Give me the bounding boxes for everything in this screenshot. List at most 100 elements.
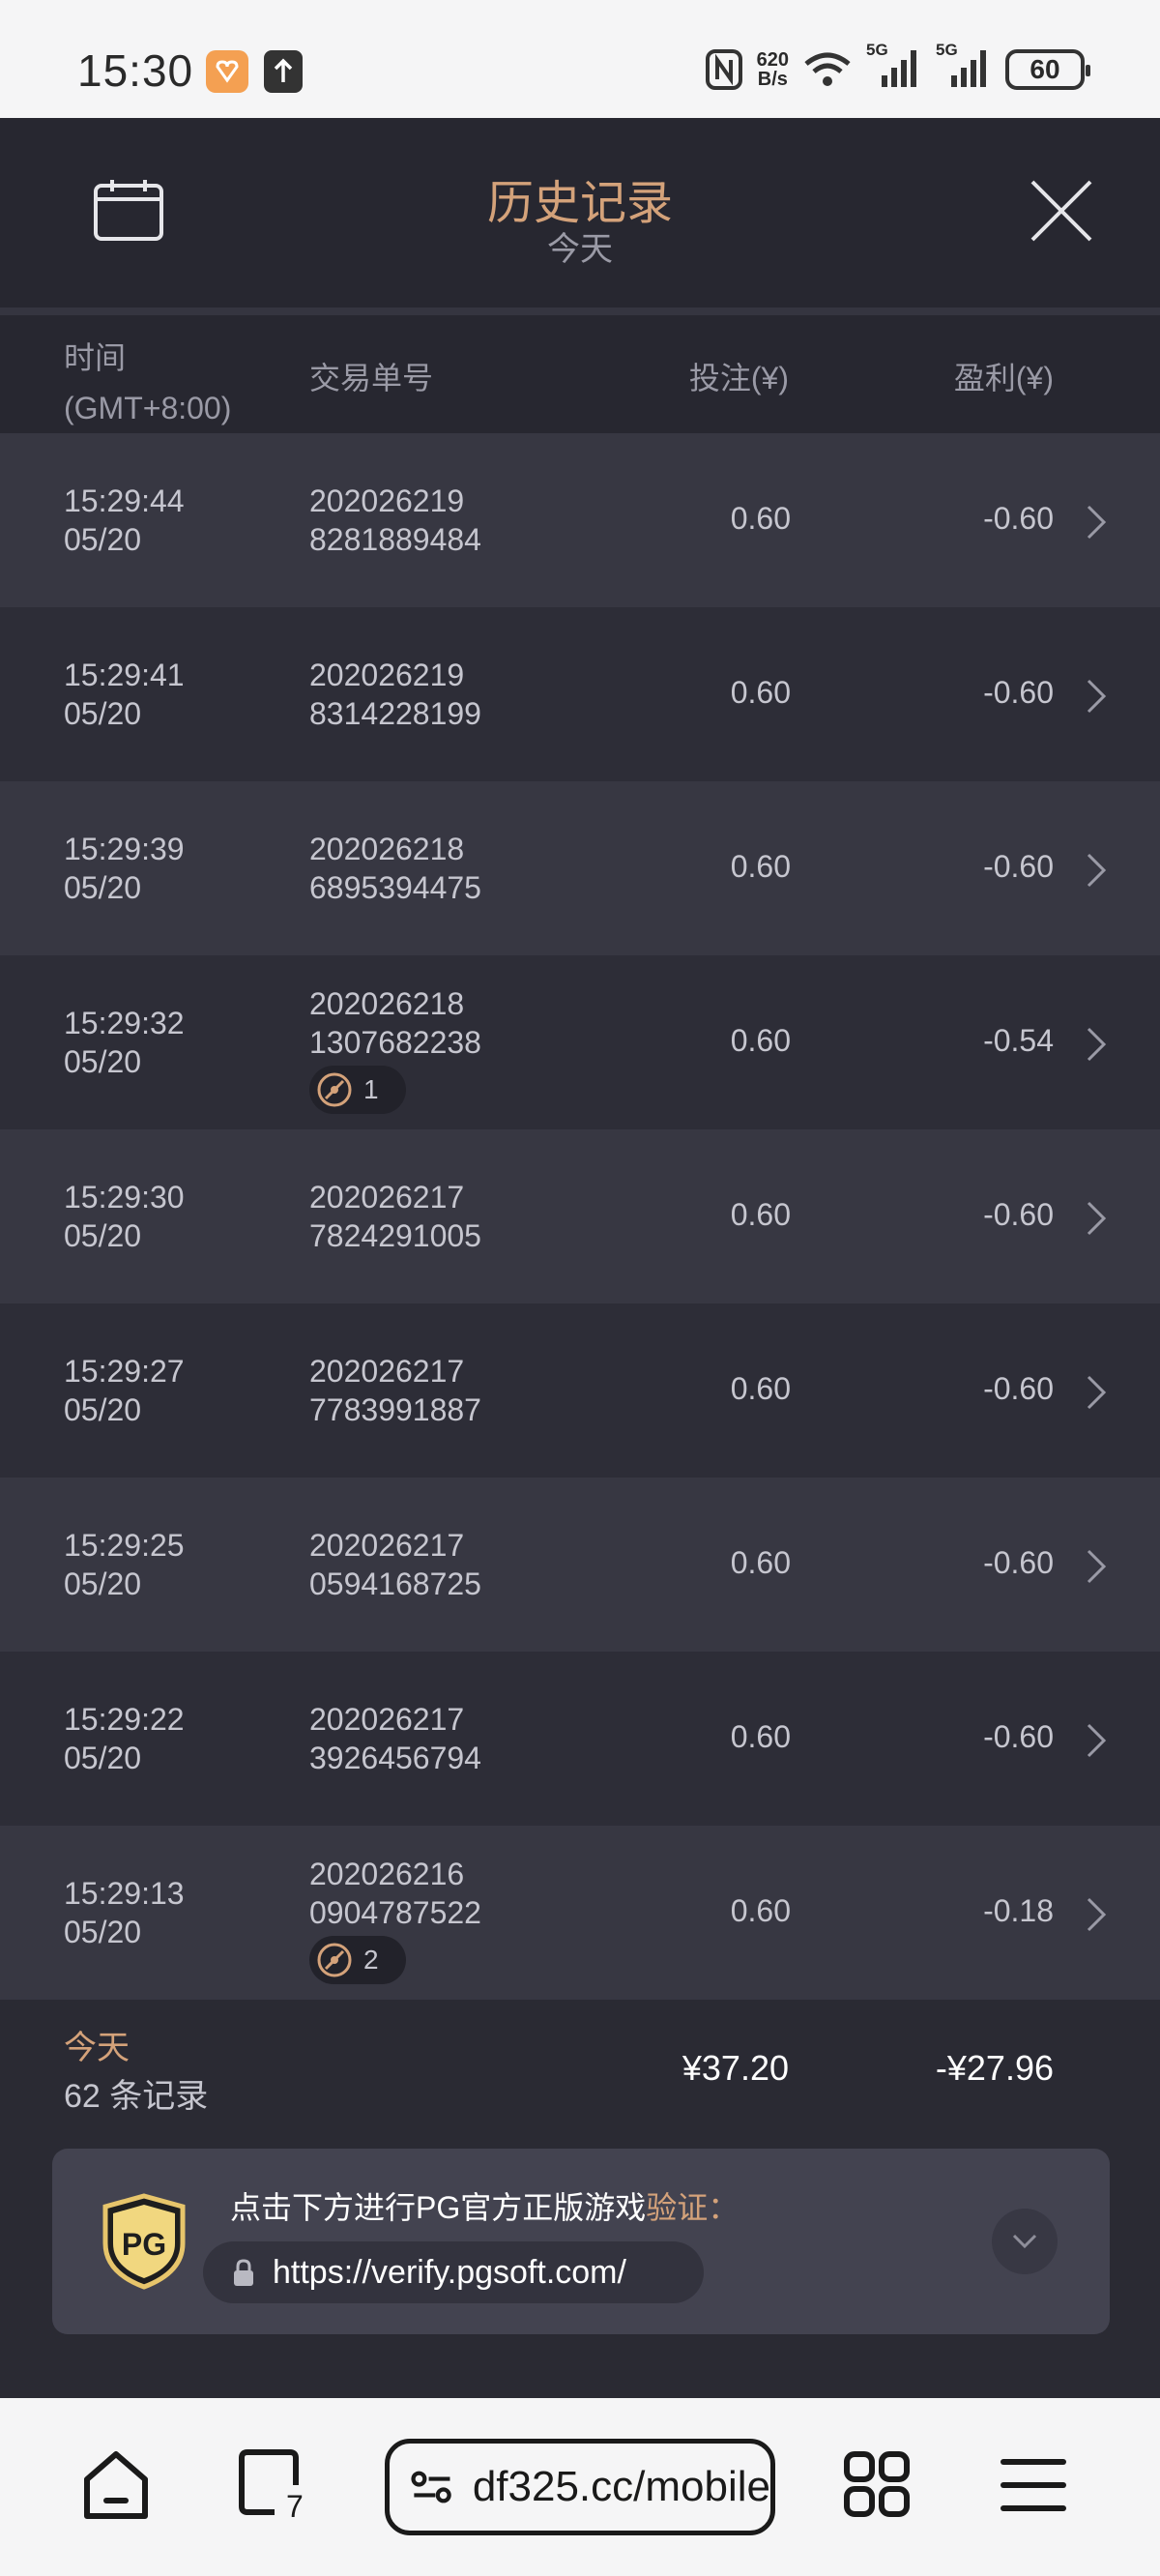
row-profit: -0.60 [983,1371,1054,1406]
row-profit: -0.60 [983,1545,1054,1580]
total-bet: ¥37.20 [682,2048,789,2088]
status-indicators: 620 B/s 5G 5G 60 [705,41,1090,95]
row-profit: -0.60 [983,675,1054,710]
status-bar: 15:30 620 B/s 5G 5G 60 [0,0,1160,118]
signal-1: 5G [866,41,922,92]
table-header: 时间 (GMT+8:00) 交易单号 投注(¥) 盈利(¥) [0,315,1160,433]
close-icon[interactable] [1029,178,1094,244]
lock-icon [234,2259,253,2286]
row-order: 202026217 7783991887 [309,1354,481,1427]
table-row[interactable]: 15:29:30 05/20 202026217 7824291005 0.60 -… [0,1129,1160,1303]
row-time: 15:29:22 05/20 [64,1702,185,1775]
net-speed: 620 B/s [756,49,789,90]
column-profit: 盈利(¥) [953,361,1054,395]
row-bet: 0.60 [730,1545,791,1580]
column-order: 交易单号 [309,361,434,395]
history-header: 历史记录 今天 [0,118,1160,311]
spin-icon [317,1943,352,1977]
chevron-right-icon[interactable] [1085,503,1108,542]
row-order: 202026218 1307682238 [309,986,481,1060]
row-bet: 0.60 [730,1719,791,1754]
verify-banner: PG 点击下方进行PG官方正版游戏验证： https://verify.pgso… [52,2149,1110,2334]
signal-2: 5G [936,41,992,92]
verify-text: 点击下方进行PG官方正版游戏验证： [230,2190,740,2225]
chevron-right-icon[interactable] [1085,1373,1108,1412]
column-bet: 投注(¥) [688,361,789,395]
row-order: 202026218 6895394475 [309,832,481,905]
header-divider [0,307,1160,315]
verify-link[interactable]: https://verify.pgsoft.com/ [203,2241,704,2303]
upload-notification-icon [264,50,303,93]
table-row[interactable]: 15:29:32 05/20 202026218 1307682238 1 0.60… [0,955,1160,1129]
page-subtitle: 今天 [547,231,613,268]
row-time: 15:29:13 05/20 [64,1876,185,1949]
row-profit: -0.60 [983,1719,1054,1754]
row-bet: 0.60 [730,501,791,536]
address-text: df325.cc/mobile [472,2463,770,2510]
row-order: 202026219 8314228199 [309,658,481,731]
chevron-right-icon[interactable] [1085,1547,1108,1586]
total-profit: -¥27.96 [935,2048,1054,2088]
table-row[interactable]: 15:29:13 05/20 202026216 0904787522 2 0.60… [0,1826,1160,2000]
row-order: 202026219 8281889484 [309,483,481,557]
table-row[interactable]: 15:29:44 05/20 202026219 8281889484 0.60 -… [0,433,1160,607]
row-bet: 0.60 [730,849,791,884]
menu-icon[interactable] [1000,2446,1067,2524]
row-order: 202026217 0594168725 [309,1528,481,1601]
row-profit: -0.60 [983,849,1054,884]
spin-icon [317,1072,352,1107]
row-order: 202026216 0904787522 [309,1857,481,1930]
chevron-right-icon[interactable] [1085,1199,1108,1238]
row-bet: 0.60 [730,1197,791,1232]
row-profit: -0.18 [983,1893,1054,1928]
pg-logo-icon: PG [102,2193,186,2290]
summary-label: 今天 [64,2030,130,2066]
row-time: 15:29:25 05/20 [64,1528,185,1601]
table-row[interactable]: 15:29:22 05/20 202026217 3926456794 0.60 -… [0,1652,1160,1826]
app-notification-icon [206,50,248,93]
summary-bar: 今天 62 条记录 ¥37.20 -¥27.96 [0,2000,1160,2125]
table-row[interactable]: 15:29:39 05/20 202026218 6895394475 0.60 -… [0,781,1160,955]
row-time: 15:29:32 05/20 [64,1006,185,1079]
row-order: 202026217 7824291005 [309,1180,481,1253]
row-profit: -0.60 [983,501,1054,536]
home-icon[interactable] [81,2446,151,2524]
tabs-button[interactable]: 7 [236,2446,313,2524]
row-bet: 0.60 [730,1371,791,1406]
column-time: 时间 (GMT+8:00) [64,340,232,425]
chevron-right-icon[interactable] [1085,851,1108,890]
table-row[interactable]: 15:29:27 05/20 202026217 7783991887 0.60 -… [0,1303,1160,1478]
status-time: 15:30 [77,45,194,96]
table-row[interactable]: 15:29:41 05/20 202026219 8314228199 0.60 -… [0,607,1160,781]
row-bet: 0.60 [730,1023,791,1058]
chevron-down-icon [1012,2234,1037,2249]
free-spin-badge: 1 [309,1066,406,1114]
row-bet: 0.60 [730,675,791,710]
wifi-icon [804,52,851,86]
free-spin-badge: 2 [309,1936,406,1984]
row-time: 15:29:44 05/20 [64,483,185,557]
chevron-right-icon[interactable] [1085,1895,1108,1934]
history-list: 15:29:44 05/20 202026219 8281889484 0.60 -… [0,433,1160,2000]
table-row[interactable]: 15:29:25 05/20 202026217 0594168725 0.60 -… [0,1478,1160,1652]
nfc-icon [705,49,742,90]
chevron-right-icon[interactable] [1085,1721,1108,1760]
site-settings-icon [411,2471,451,2503]
chevron-right-icon[interactable] [1085,677,1108,716]
record-count: 62 条记录 [64,2078,209,2115]
row-time: 15:29:39 05/20 [64,832,185,905]
row-order: 202026217 3926456794 [309,1702,481,1775]
collapse-toggle[interactable] [992,2209,1058,2274]
browser-toolbar: 7 df325.cc/mobile [0,2398,1160,2576]
battery-icon: 60 [1005,49,1090,90]
apps-grid-icon[interactable] [843,2446,911,2524]
svg-text:PG: PG [122,2227,166,2262]
row-time: 15:29:27 05/20 [64,1354,185,1427]
row-time: 15:29:41 05/20 [64,658,185,731]
row-bet: 0.60 [730,1893,791,1928]
row-profit: -0.54 [983,1023,1054,1058]
address-bar[interactable]: df325.cc/mobile [385,2439,775,2535]
chevron-right-icon[interactable] [1085,1025,1108,1064]
row-profit: -0.60 [983,1197,1054,1232]
row-time: 15:29:30 05/20 [64,1180,185,1253]
